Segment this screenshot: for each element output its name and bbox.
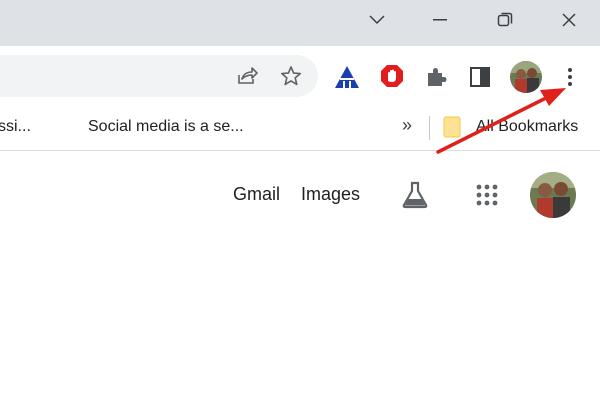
close-icon <box>562 13 576 27</box>
profile-avatar-button[interactable] <box>510 61 542 93</box>
flask-icon <box>402 181 428 209</box>
chevron-down-icon <box>369 15 385 25</box>
avatar <box>530 172 576 218</box>
adblock-hand-icon <box>381 65 403 87</box>
puzzle-icon <box>428 68 447 86</box>
restore-icon <box>497 12 513 27</box>
apps-grid-icon <box>476 184 498 206</box>
bookmarks-bar: ssi... Social media is a se... » All Boo… <box>0 106 600 151</box>
adblock-extension-button[interactable] <box>379 63 405 89</box>
star-icon <box>280 66 302 86</box>
more-vertical-icon <box>568 68 572 86</box>
images-link[interactable]: Images <box>301 184 360 205</box>
chrome-menu-button[interactable] <box>557 62 583 92</box>
share-icon <box>238 67 258 84</box>
extensions-button[interactable] <box>423 64 449 90</box>
title-bar <box>0 0 600 46</box>
folder-icon <box>443 116 461 138</box>
google-apps-button[interactable] <box>471 179 503 211</box>
toolbar <box>0 46 600 106</box>
bookmarks-divider <box>429 116 430 140</box>
address-bar[interactable] <box>0 55 318 97</box>
bookmark-item-social-media[interactable]: Social media is a se... <box>88 118 244 136</box>
minimize-icon <box>433 19 447 21</box>
tab-search-button[interactable] <box>354 0 400 40</box>
share-button[interactable] <box>234 64 260 88</box>
all-bookmarks-label: All Bookmarks <box>476 118 579 135</box>
avatar <box>510 61 542 93</box>
search-labs-button[interactable] <box>398 178 432 212</box>
minimize-button[interactable] <box>417 0 463 40</box>
side-panel-button[interactable] <box>467 64 493 90</box>
triangle-extension-icon <box>335 66 359 88</box>
all-bookmarks-button[interactable]: All Bookmarks <box>443 115 600 141</box>
extension-triangle-button[interactable] <box>334 64 360 90</box>
bookmark-item[interactable]: ssi... <box>0 118 31 136</box>
restore-button[interactable] <box>482 0 528 40</box>
close-button[interactable] <box>546 0 592 40</box>
bookmarks-overflow-button[interactable]: » <box>402 115 412 136</box>
side-panel-icon <box>470 67 490 87</box>
gmail-link[interactable]: Gmail <box>233 184 280 205</box>
google-account-avatar[interactable] <box>530 172 576 218</box>
bookmark-star-button[interactable] <box>278 63 304 89</box>
